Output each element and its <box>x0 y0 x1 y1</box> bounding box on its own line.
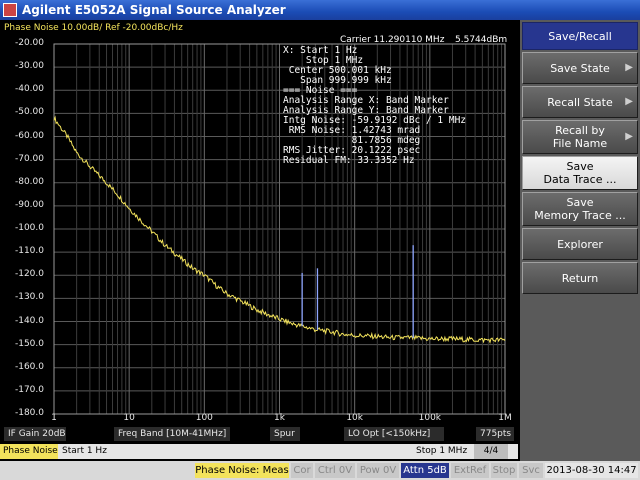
x-tick-label: 100 <box>195 413 213 423</box>
submenu-arrow-icon: ▶ <box>625 62 633 73</box>
y-tick-label: -40.00 <box>14 84 44 95</box>
instrument-status-bar: Phase Noise: Meas Cor Ctrl 0V Pow 0V Att… <box>0 461 640 480</box>
explorer-button[interactable]: Explorer <box>522 228 638 260</box>
x-tick-label: 1M <box>498 413 512 423</box>
submenu-arrow-icon: ▶ <box>625 96 633 107</box>
y-tick-label: -170.0 <box>14 384 44 395</box>
points-status[interactable]: 775pts <box>476 427 514 441</box>
phase-noise-chart <box>53 43 506 415</box>
trace-title: Phase Noise 10.00dB/ Ref -20.00dBc/Hz <box>4 23 183 33</box>
svc-status: Svc <box>519 463 543 478</box>
measurement-status-bar: IF Gain 20dB Freq Band [10M-41MHz] Spur … <box>0 427 518 441</box>
save-data-trace-button[interactable]: Save Data Trace ... <box>522 156 638 190</box>
x-tick-label: 10 <box>123 413 135 423</box>
active-trace-mode[interactable]: Phase Noise <box>0 444 58 459</box>
y-tick-label: -130.0 <box>14 292 44 303</box>
x-tick-label: 1 <box>51 413 57 423</box>
stop-status: Stop <box>491 463 517 478</box>
page-indicator: 4/4 <box>474 444 508 459</box>
date-time: 2013-08-30 14:47 <box>545 463 638 478</box>
sweep-stop: Stop 1 MHz <box>416 446 468 456</box>
analysis-info-line: Residual FM: 33.3352 Hz <box>283 155 415 166</box>
softkey-menu: Save/Recall Save State ▶ Recall State ▶ Re… <box>520 20 640 461</box>
x-tick-label: 100k <box>418 413 442 423</box>
x-tick-label: 10k <box>346 413 363 423</box>
submenu-arrow-icon: ▶ <box>625 131 633 142</box>
phase-noise-meas-status: Phase Noise: Meas <box>195 463 289 478</box>
window-title-bar: Agilent E5052A Signal Source Analyzer <box>0 0 640 20</box>
x-tick-label: 1k <box>274 413 285 423</box>
save-memory-trace-button[interactable]: Save Memory Trace ... <box>522 192 638 226</box>
y-tick-label: -180.0 <box>14 408 44 418</box>
return-button[interactable]: Return <box>522 262 638 294</box>
y-tick-label: -150.0 <box>14 338 44 349</box>
extref-status: ExtRef <box>451 463 489 478</box>
ctrl-status: Ctrl 0V <box>315 463 355 478</box>
recall-by-file-name-button[interactable]: Recall by File Name ▶ <box>522 120 638 154</box>
carrier-frequency: Carrier 11.290110 MHz <box>340 35 445 45</box>
y-tick-label: -60.00 <box>14 130 44 141</box>
spur-status[interactable]: Spur <box>270 427 300 441</box>
lo-opt-status[interactable]: LO Opt [<150kHz] <box>344 427 444 441</box>
y-tick-label: -120.0 <box>14 269 44 280</box>
window-title: Agilent E5052A Signal Source Analyzer <box>22 3 286 17</box>
recall-state-button[interactable]: Recall State ▶ <box>522 86 638 118</box>
app-icon <box>3 3 17 17</box>
phase-noise-graph: Phase Noise 10.00dB/ Ref -20.00dBc/Hz Ca… <box>0 20 518 444</box>
sweep-status-bar: Phase Noise Start 1 Hz Stop 1 MHz 4/4 <box>0 444 518 459</box>
save-state-button[interactable]: Save State ▶ <box>522 52 638 84</box>
y-tick-label: -50.00 <box>14 107 44 118</box>
y-tick-label: -160.0 <box>14 361 44 372</box>
cor-status: Cor <box>291 463 313 478</box>
sweep-start: Start 1 Hz <box>62 446 107 456</box>
y-tick-label: -20.00 <box>14 38 44 48</box>
y-tick-label: -110.0 <box>14 246 44 257</box>
freq-band-status[interactable]: Freq Band [10M-41MHz] <box>114 427 230 441</box>
pow-status: Pow 0V <box>357 463 399 478</box>
carrier-power: 5.5744dBm <box>455 35 508 45</box>
softkey-menu-title: Save/Recall <box>522 22 638 50</box>
y-tick-label: -90.00 <box>14 199 44 210</box>
y-tick-label: -30.00 <box>14 61 44 72</box>
attn-status: Attn 5dB <box>401 463 449 478</box>
y-tick-label: -80.00 <box>14 176 44 187</box>
y-tick-label: -140.0 <box>14 315 44 326</box>
y-tick-label: -100.0 <box>14 223 44 233</box>
if-gain-status[interactable]: IF Gain 20dB <box>4 427 66 441</box>
y-tick-label: -70.00 <box>14 153 44 164</box>
